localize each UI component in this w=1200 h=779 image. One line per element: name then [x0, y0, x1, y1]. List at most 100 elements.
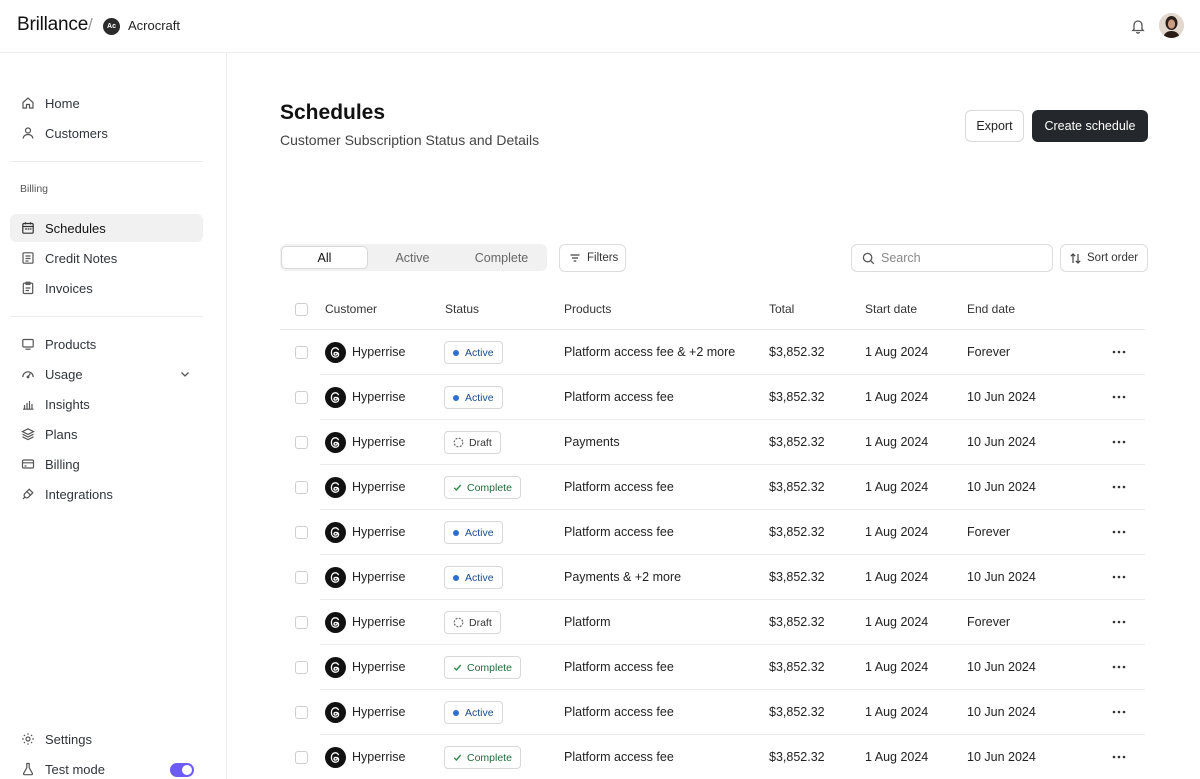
- column-header-status[interactable]: Status: [445, 302, 479, 316]
- org-switcher[interactable]: Acrocraft: [128, 18, 180, 33]
- column-header-products[interactable]: Products: [564, 302, 611, 316]
- sidebar-item-products[interactable]: Products: [10, 330, 203, 358]
- layers-icon: [21, 428, 35, 441]
- customer-name[interactable]: Hyperrise: [352, 345, 406, 359]
- spinner-icon: [453, 437, 464, 448]
- sidebar-item-integrations[interactable]: Integrations: [10, 480, 203, 508]
- customer-name[interactable]: Hyperrise: [352, 615, 406, 629]
- row-checkbox[interactable]: [295, 751, 308, 764]
- row-checkbox[interactable]: [295, 616, 308, 629]
- test-mode-toggle[interactable]: [170, 763, 194, 777]
- row-checkbox[interactable]: [295, 391, 308, 404]
- select-all-checkbox[interactable]: [295, 303, 308, 316]
- tab-all[interactable]: All: [281, 246, 368, 269]
- search-box[interactable]: [851, 244, 1053, 272]
- customer-name[interactable]: Hyperrise: [352, 390, 406, 404]
- column-header-start-date[interactable]: Start date: [865, 302, 917, 316]
- status-label: Complete: [467, 751, 512, 764]
- customer-name[interactable]: Hyperrise: [352, 525, 406, 539]
- column-header-total[interactable]: Total: [769, 302, 794, 316]
- customer-name[interactable]: Hyperrise: [352, 660, 406, 674]
- end-date-cell: 10 Jun 2024: [967, 390, 1036, 404]
- customer-name[interactable]: Hyperrise: [352, 705, 406, 719]
- customer-name[interactable]: Hyperrise: [352, 570, 406, 584]
- table-row[interactable]: Hyperrise Complete Platform access fee $3,8…: [320, 465, 1145, 510]
- user-icon: [22, 127, 34, 139]
- sidebar-item-insights[interactable]: Insights: [10, 390, 203, 418]
- more-options-icon[interactable]: [1112, 482, 1126, 492]
- user-avatar[interactable]: [1159, 13, 1184, 38]
- bell-icon[interactable]: [1130, 18, 1146, 34]
- products-cell: Platform access fee: [564, 705, 674, 719]
- more-options-icon[interactable]: [1112, 752, 1126, 762]
- row-checkbox[interactable]: [295, 571, 308, 584]
- more-options-icon[interactable]: [1112, 392, 1126, 402]
- table-row[interactable]: Hyperrise Draft Platform $3,852.32 1 Aug 202…: [320, 600, 1145, 645]
- sidebar-item-credit-notes[interactable]: Credit Notes: [10, 244, 203, 272]
- more-options-icon[interactable]: [1112, 347, 1126, 357]
- sidebar-item-invoices[interactable]: Invoices: [10, 274, 203, 302]
- end-date-cell: Forever: [967, 615, 1011, 629]
- row-checkbox[interactable]: [295, 706, 308, 719]
- sort-order-button[interactable]: Sort order: [1060, 244, 1148, 272]
- products-cell: Platform access fee: [564, 480, 674, 494]
- row-checkbox[interactable]: [295, 436, 308, 449]
- total-cell: $3,852.32: [769, 390, 825, 404]
- status-label: Complete: [467, 661, 512, 674]
- search-input[interactable]: [881, 251, 1041, 265]
- customer-name[interactable]: Hyperrise: [352, 480, 406, 494]
- table-row[interactable]: Hyperrise Active Payments & +2 more $3,852.…: [320, 555, 1145, 600]
- more-options-icon[interactable]: [1112, 572, 1126, 582]
- sort-icon: [1070, 252, 1081, 264]
- more-options-icon[interactable]: [1112, 707, 1126, 717]
- customer-logo-icon: [325, 702, 346, 723]
- row-checkbox[interactable]: [295, 346, 308, 359]
- row-checkbox[interactable]: [295, 661, 308, 674]
- export-button[interactable]: Export: [965, 110, 1024, 142]
- spinner-icon: [453, 617, 464, 628]
- filter-icon: [570, 254, 580, 262]
- table-row[interactable]: Hyperrise Draft Payments $3,852.32 1 Aug 202…: [320, 420, 1145, 465]
- more-options-icon[interactable]: [1112, 662, 1126, 672]
- column-header-end-date[interactable]: End date: [967, 302, 1015, 316]
- table-row[interactable]: Hyperrise Complete Platform access fee $3,8…: [320, 735, 1145, 779]
- chevron-down-icon[interactable]: [179, 368, 191, 380]
- status-badge-active: Active: [444, 386, 503, 409]
- tab-active[interactable]: Active: [369, 246, 456, 269]
- sidebar-item-schedules[interactable]: Schedules: [10, 214, 203, 242]
- sidebar-item-usage[interactable]: Usage: [10, 360, 203, 388]
- brand-logo[interactable]: Brillance: [17, 14, 88, 36]
- sidebar-item-customers[interactable]: Customers: [10, 119, 203, 147]
- customer-logo-icon: [325, 477, 346, 498]
- table-row[interactable]: Hyperrise Active Platform access fee $3,852…: [320, 510, 1145, 555]
- sidebar-item-home[interactable]: Home: [10, 89, 203, 117]
- customer-logo-icon: [325, 567, 346, 588]
- more-options-icon[interactable]: [1112, 617, 1126, 627]
- status-label: Complete: [467, 481, 512, 494]
- status-label: Active: [465, 391, 494, 404]
- total-cell: $3,852.32: [769, 345, 825, 359]
- row-checkbox[interactable]: [295, 526, 308, 539]
- status-badge-active: Active: [444, 521, 503, 544]
- table-row[interactable]: Hyperrise Active Platform access fee $3,852…: [320, 690, 1145, 735]
- table-row[interactable]: Hyperrise Active Platform access fee & +2 …: [320, 330, 1145, 375]
- more-options-icon[interactable]: [1112, 527, 1126, 537]
- tab-complete[interactable]: Complete: [458, 246, 545, 269]
- more-options-icon[interactable]: [1112, 437, 1126, 447]
- end-date-cell: 10 Jun 2024: [967, 480, 1036, 494]
- create-schedule-button[interactable]: Create schedule: [1032, 110, 1148, 142]
- customer-name[interactable]: Hyperrise: [352, 435, 406, 449]
- table-row[interactable]: Hyperrise Complete Platform access fee $3,8…: [320, 645, 1145, 690]
- sidebar-item-label: Test mode: [45, 761, 105, 777]
- table-row[interactable]: Hyperrise Active Platform access fee $3,852…: [320, 375, 1145, 420]
- filters-button[interactable]: Filters: [559, 244, 626, 272]
- column-header-customer[interactable]: Customer: [325, 302, 377, 316]
- status-badge-active: Active: [444, 566, 503, 589]
- sidebar-item-plans[interactable]: Plans: [10, 420, 203, 448]
- sidebar-item-billing[interactable]: Billing: [10, 450, 203, 478]
- row-checkbox[interactable]: [295, 481, 308, 494]
- products-cell: Payments: [564, 435, 620, 449]
- org-avatar-icon[interactable]: Ac: [103, 18, 120, 35]
- sidebar-item-settings[interactable]: Settings: [10, 725, 203, 753]
- customer-name[interactable]: Hyperrise: [352, 750, 406, 764]
